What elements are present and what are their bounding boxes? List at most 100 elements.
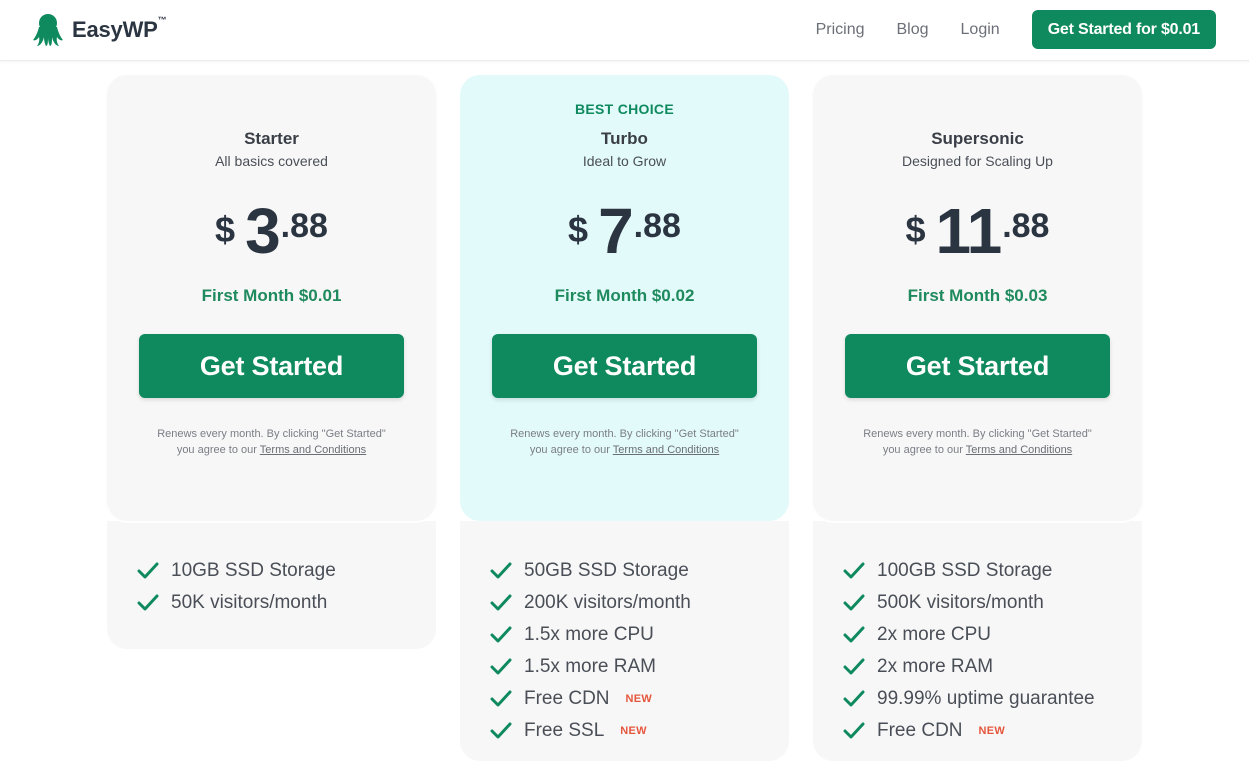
terms-note: Renews every month. By clicking "Get Sta… <box>107 426 436 458</box>
terms-text: Renews every month. By clicking "Get Sta… <box>510 428 739 440</box>
feature-item: 1.5x more CPU <box>490 619 789 651</box>
check-icon <box>490 626 512 643</box>
price-decimal: .88 <box>280 207 328 245</box>
price-integer: 7 <box>598 195 634 267</box>
new-badge: NEW <box>625 693 653 705</box>
plan-price: $ 7 .88 <box>460 199 789 263</box>
terms-text: Renews every month. By clicking "Get Sta… <box>157 428 386 440</box>
feature-list: 10GB SSD Storage 50K visitors/month <box>107 521 436 649</box>
plan-subtitle: Ideal to Grow <box>582 153 667 169</box>
feature-label: Free CDN <box>877 720 963 741</box>
new-badge: NEW <box>620 725 647 737</box>
feature-label: Free CDN <box>524 688 610 709</box>
feature-label: 500K visitors/month <box>877 592 1044 613</box>
terms-note: Renews every month. By clicking "Get Sta… <box>813 426 1142 458</box>
feature-label: 1.5x more CPU <box>524 624 654 645</box>
get-started-button[interactable]: Get Started <box>845 334 1110 398</box>
plan-name: Starter <box>244 129 299 148</box>
terms-prefix: you agree to our <box>176 444 257 456</box>
plan-card: Supersonic Designed for Scaling Up $ 11 … <box>813 75 1142 521</box>
brand-name: EasyWP™ <box>72 15 167 42</box>
feature-item: 1.5x more RAM <box>490 651 789 683</box>
feature-item: Free SSL NEW <box>490 715 789 747</box>
feature-label: 50K visitors/month <box>171 592 328 613</box>
brand-logo[interactable]: EasyWP™ <box>32 13 167 47</box>
nav-link-pricing[interactable]: Pricing <box>816 11 865 49</box>
plan-turbo: BEST CHOICE Turbo Ideal to Grow $ 7 .88 … <box>460 75 789 761</box>
plan-name: Turbo <box>601 129 648 148</box>
check-icon <box>843 658 865 675</box>
feature-list: 50GB SSD Storage 200K visitors/month 1.5… <box>460 521 789 761</box>
plan-name: Supersonic <box>931 129 1024 148</box>
feature-label: 50GB SSD Storage <box>524 560 689 581</box>
best-choice-badge: BEST CHOICE <box>575 101 674 117</box>
octopus-logo-icon <box>33 14 63 46</box>
feature-item: 10GB SSD Storage <box>137 555 436 587</box>
check-icon <box>490 594 512 611</box>
terms-link[interactable]: Terms and Conditions <box>613 444 719 456</box>
plan-card-highlighted: BEST CHOICE Turbo Ideal to Grow $ 7 .88 … <box>460 75 789 521</box>
feature-label: 200K visitors/month <box>524 592 691 613</box>
feature-item: 99.99% uptime guarantee <box>843 683 1142 715</box>
get-started-button[interactable]: Get Started <box>492 334 757 398</box>
feature-item: 500K visitors/month <box>843 587 1142 619</box>
check-icon <box>490 658 512 675</box>
feature-label: 2x more CPU <box>877 624 992 645</box>
first-month-price: First Month $0.03 <box>907 286 1048 305</box>
nav-link-login[interactable]: Login <box>961 11 1000 49</box>
feature-item: 100GB SSD Storage <box>843 555 1142 587</box>
feature-item: Free CDN NEW <box>490 683 789 715</box>
feature-list: 100GB SSD Storage 500K visitors/month 2x… <box>813 521 1142 761</box>
feature-item: Free CDN NEW <box>843 715 1142 747</box>
check-icon <box>137 562 159 579</box>
terms-text: Renews every month. By clicking "Get Sta… <box>863 428 1092 440</box>
check-icon <box>490 722 512 739</box>
price-integer: 11 <box>935 195 1003 267</box>
price-integer: 3 <box>245 195 281 267</box>
feature-item: 2x more RAM <box>843 651 1142 683</box>
feature-item: 50K visitors/month <box>137 587 436 619</box>
terms-link[interactable]: Terms and Conditions <box>260 444 366 456</box>
feature-item: 200K visitors/month <box>490 587 789 619</box>
check-icon <box>490 562 512 579</box>
price-currency: $ <box>905 209 926 250</box>
check-icon <box>843 626 865 643</box>
feature-label: Free SSL <box>524 720 605 741</box>
price-currency: $ <box>568 209 589 250</box>
check-icon <box>137 594 159 611</box>
plan-subtitle: Designed for Scaling Up <box>902 153 1053 169</box>
main-nav: Pricing Blog Login Get Started for $0.01 <box>816 10 1216 49</box>
first-month-price: First Month $0.01 <box>201 286 342 305</box>
terms-link[interactable]: Terms and Conditions <box>966 444 1072 456</box>
check-icon <box>490 690 512 707</box>
get-started-button[interactable]: Get Started <box>139 334 404 398</box>
new-badge: NEW <box>978 725 1006 737</box>
plan-price: $ 3 .88 <box>107 199 436 263</box>
feature-item: 2x more CPU <box>843 619 1142 651</box>
feature-label: 99.99% uptime guarantee <box>877 688 1095 709</box>
terms-prefix: you agree to our <box>882 444 963 456</box>
feature-label: 10GB SSD Storage <box>171 560 336 581</box>
terms-prefix: you agree to our <box>529 444 610 456</box>
feature-label: 100GB SSD Storage <box>877 560 1053 581</box>
header-get-started-button[interactable]: Get Started for $0.01 <box>1031 10 1216 49</box>
feature-item: 50GB SSD Storage <box>490 555 789 587</box>
price-currency: $ <box>215 209 236 250</box>
price-decimal: .88 <box>1002 207 1050 245</box>
plan-starter: Starter All basics covered $ 3 .88 First… <box>107 75 436 649</box>
top-navigation-bar: EasyWP™ Pricing Blog Login Get Started f… <box>0 0 1249 61</box>
check-icon <box>843 722 865 739</box>
check-icon <box>843 594 865 611</box>
feature-label: 2x more RAM <box>877 656 994 677</box>
nav-link-blog[interactable]: Blog <box>897 11 929 49</box>
plan-supersonic: Supersonic Designed for Scaling Up $ 11 … <box>813 75 1142 761</box>
first-month-price: First Month $0.02 <box>554 286 695 305</box>
plan-price: $ 11 .88 <box>813 199 1142 263</box>
terms-note: Renews every month. By clicking "Get Sta… <box>460 426 789 458</box>
plan-card: Starter All basics covered $ 3 .88 First… <box>107 75 436 521</box>
feature-label: 1.5x more RAM <box>524 656 656 677</box>
price-decimal: .88 <box>633 207 681 245</box>
plan-subtitle: All basics covered <box>215 153 328 169</box>
check-icon <box>843 690 865 707</box>
check-icon <box>843 562 865 579</box>
